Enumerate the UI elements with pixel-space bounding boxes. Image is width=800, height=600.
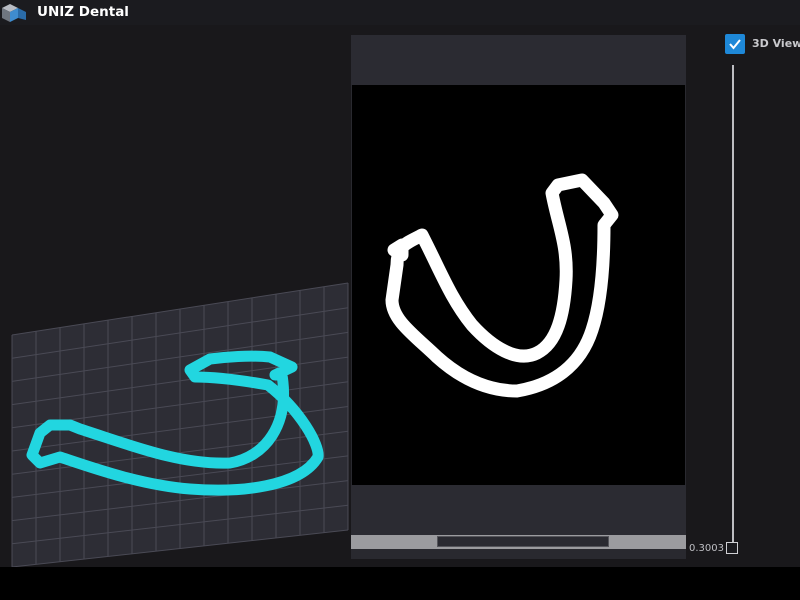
3d-viewer-label: 3D Viewer xyxy=(752,37,800,50)
layer-height-value: 0.3003 xyxy=(689,543,724,554)
slice-preview-canvas[interactable] xyxy=(352,85,685,485)
3d-viewer[interactable] xyxy=(0,25,350,567)
slice-cross-section xyxy=(385,173,619,398)
uniz-logo-icon xyxy=(2,4,26,22)
checkmark-icon xyxy=(729,39,741,50)
slice-horizontal-scrollbar[interactable] xyxy=(351,535,686,549)
3d-viewer-toggle[interactable]: 3D Viewer xyxy=(725,34,800,54)
app-title: UNIZ Dental xyxy=(37,4,129,20)
slice-preview-footer xyxy=(351,485,686,535)
title-bar: UNIZ Dental xyxy=(0,0,800,25)
slice-image xyxy=(385,173,619,398)
slice-preview-header xyxy=(351,35,686,85)
scrollbar-thumb[interactable] xyxy=(437,536,609,547)
layer-slider-track[interactable] xyxy=(732,65,734,545)
layer-slider-handle[interactable] xyxy=(726,542,738,554)
slice-preview-panel xyxy=(351,35,686,559)
3d-viewer-checkbox[interactable] xyxy=(725,34,745,54)
workspace: 0.3003 3D Viewer xyxy=(0,25,800,585)
bottom-bar xyxy=(0,567,800,600)
